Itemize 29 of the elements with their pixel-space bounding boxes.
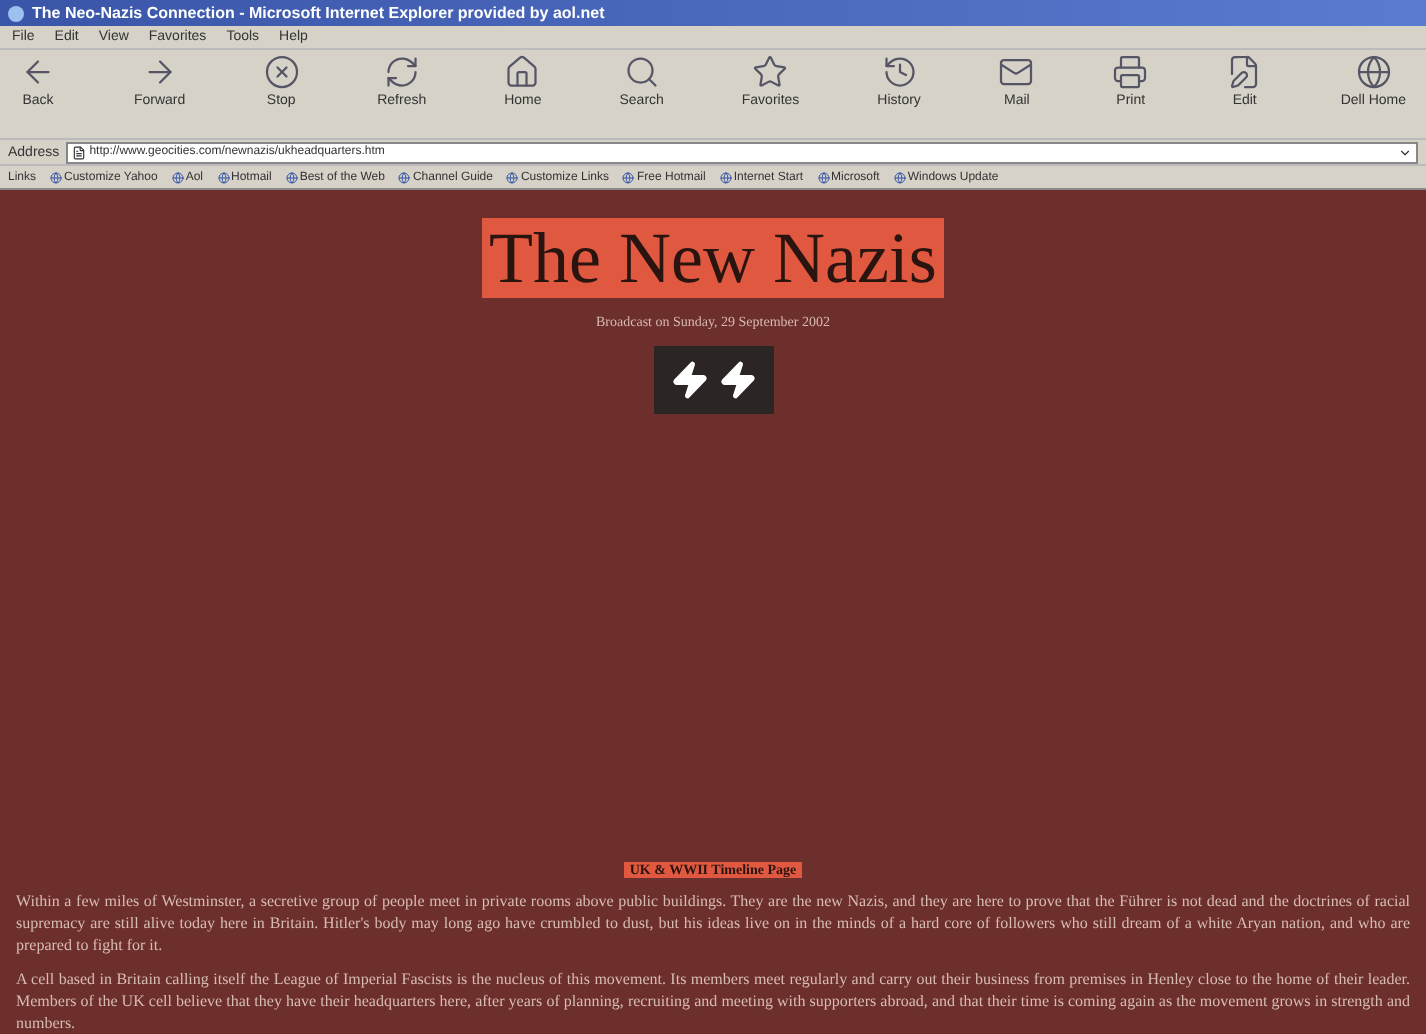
page-icon [71,145,86,159]
star-icon [752,54,789,90]
globe-icon [171,171,184,183]
printer-icon [1112,54,1149,90]
page-heading: The New Nazis [481,218,945,298]
globe-icon [398,171,411,183]
globe-icon [817,171,830,183]
stop-icon [263,54,300,90]
history-icon [881,54,918,90]
bolt-icon [669,360,709,400]
pen-icon [1226,54,1263,90]
dropdown-icon [1398,145,1412,159]
globe-icon [50,171,63,183]
globe-icon [285,171,298,183]
globe-icon [622,171,635,183]
globe-icon [719,171,732,183]
search-icon [623,54,660,90]
window-title: The Neo-Nazis Connection - Microsoft Internet Explorer provided by aol.net [32,4,605,22]
bolt-icon [717,360,757,400]
globe-icon [893,171,906,183]
home-icon [504,54,541,90]
globe-icon [1355,54,1392,90]
article-paragraph: A cell based in Britain calling itself the League of Imperial Fascists is the nucleus of this movement. Its members meet regularly and carry out their business from premises in Henley close to the home of their leader. Members of the UK cell believe that they have their headquarters here, after years of planning, recruiting and meeting with supporters abroad, and that their time is coming again as the movement grows in strength and numbers. [16,968,1410,1034]
refresh-icon [383,54,420,90]
app-icon [8,5,24,21]
article-paragraph: Within a few miles of Westminster, a secretive group of people meet in private rooms above public buildings. They are the new Nazis, and they are here to prove that the Führer is not dead and the doctrines of racial supremacy are still alive today here in Britain. Hitler's body may long ago have crumbled to dust, but his ideas live on in the minds of a hard core of followers who still dream of a white Aryan nation, and who are prepared to fight for it. [16,890,1410,956]
globe-icon [506,171,519,183]
globe-icon [217,171,229,183]
mail-icon [998,54,1035,90]
